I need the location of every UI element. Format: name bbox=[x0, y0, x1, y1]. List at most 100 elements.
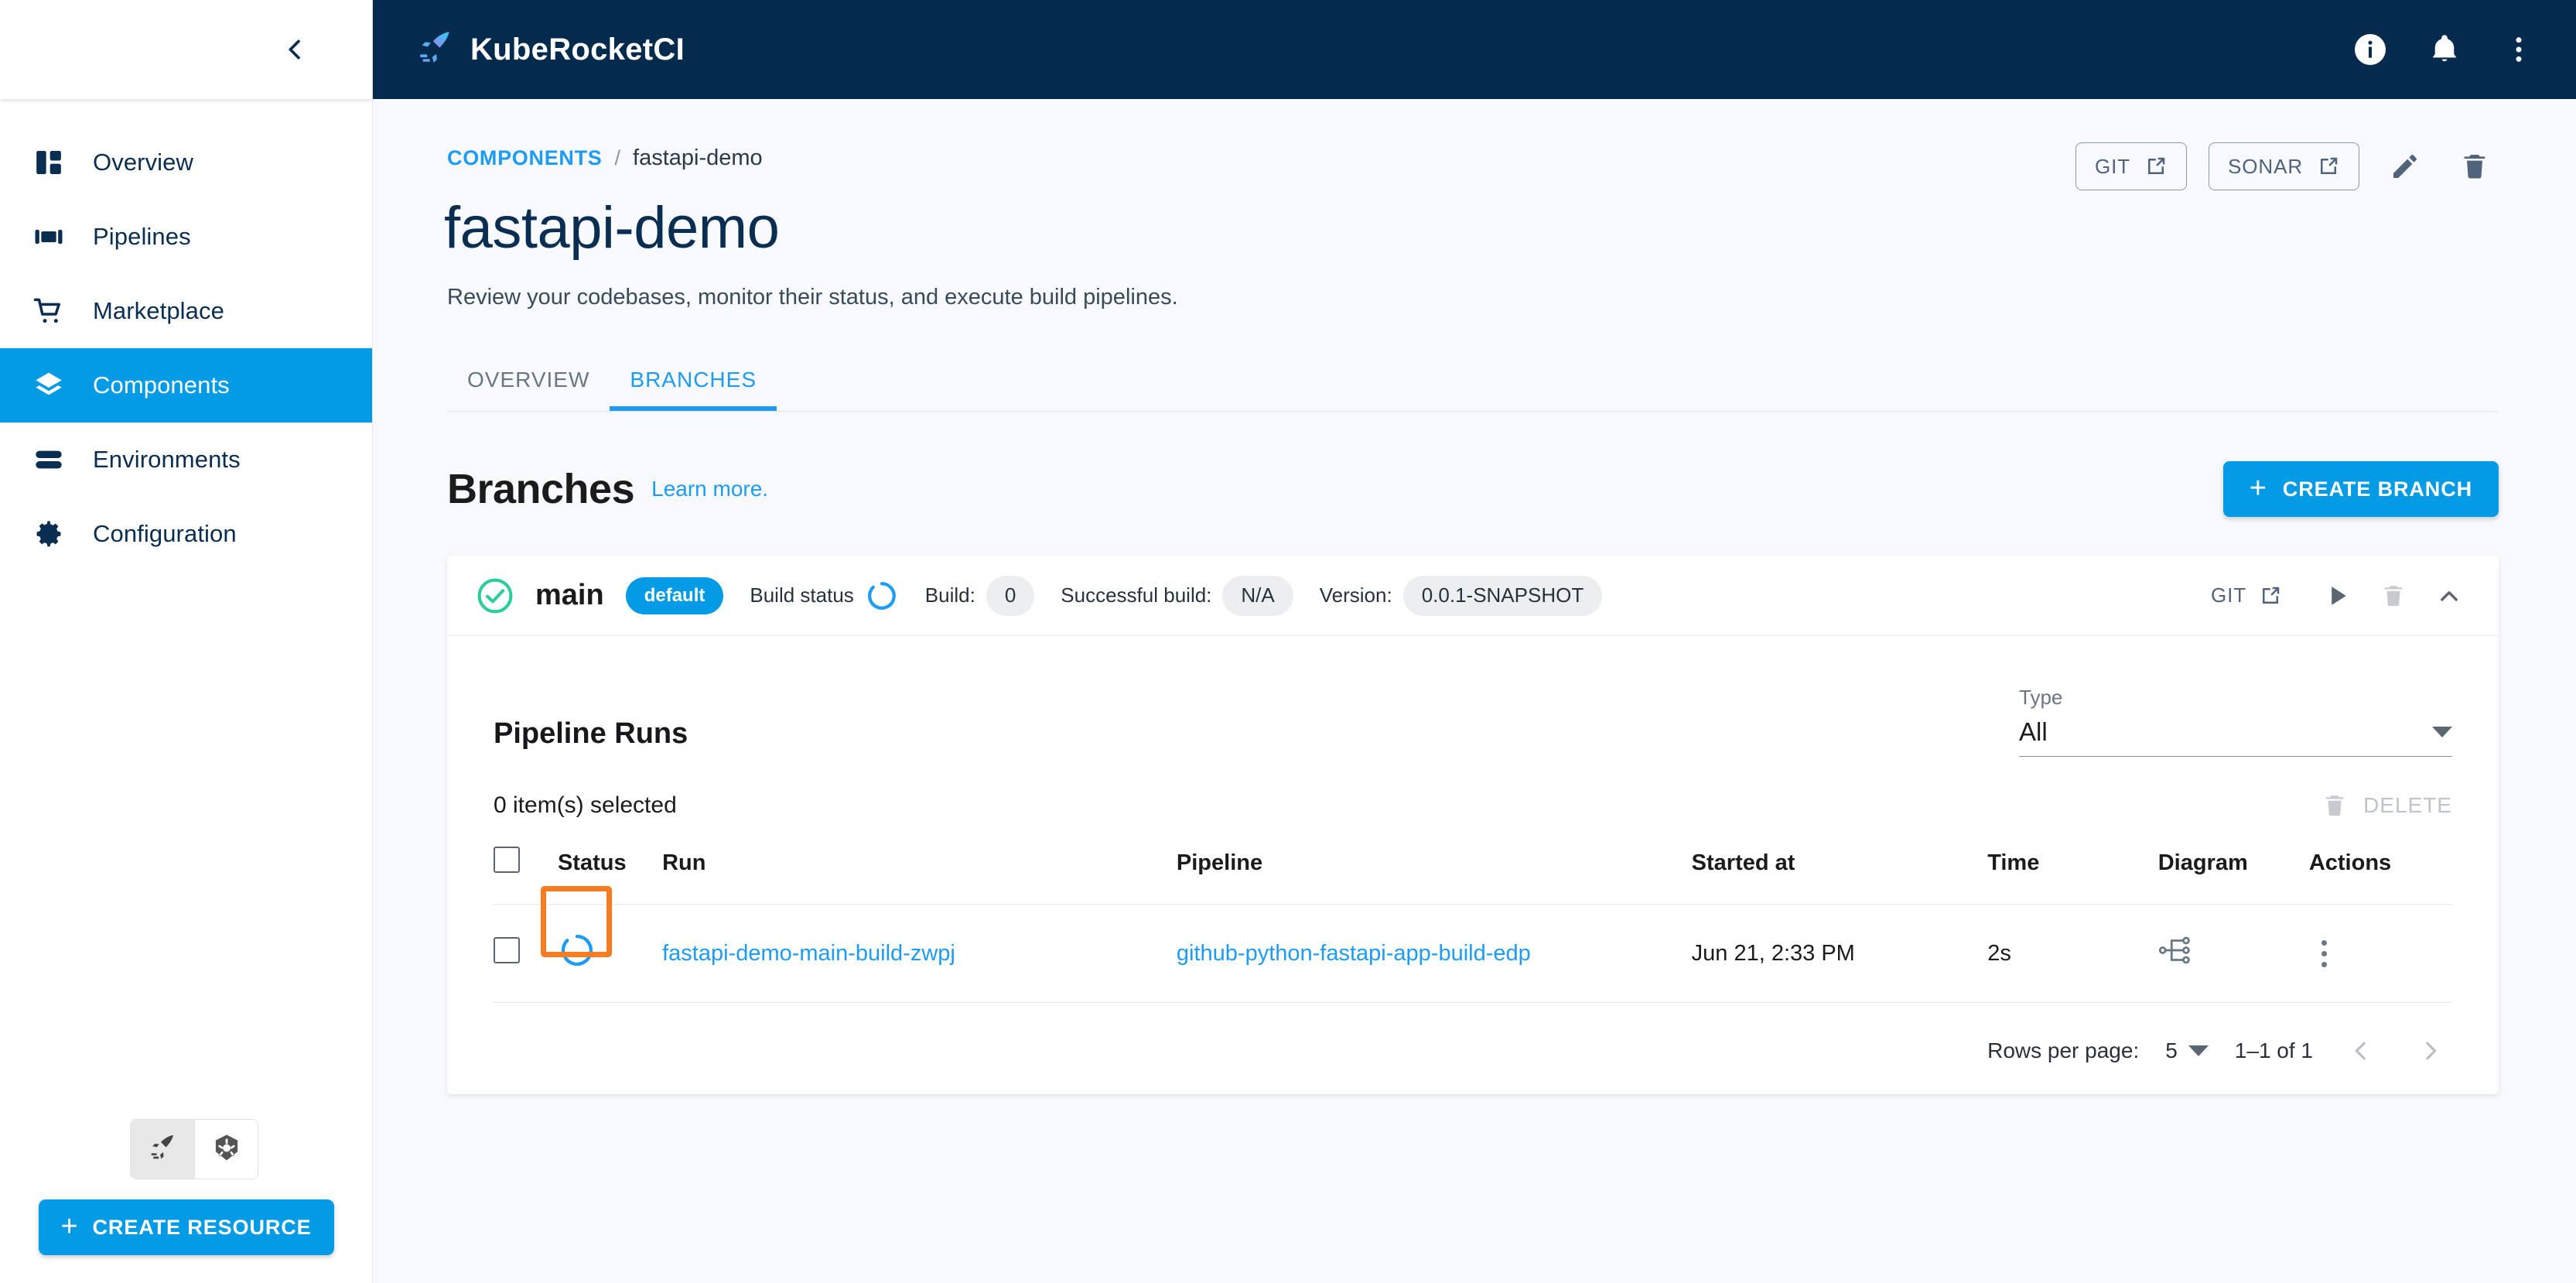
bell-icon[interactable] bbox=[2423, 28, 2466, 71]
branch-collapse-button[interactable] bbox=[2426, 573, 2472, 619]
page-title: fastapi-demo bbox=[444, 195, 780, 261]
pagination-prev-button[interactable] bbox=[2339, 1029, 2383, 1073]
create-branch-label: CREATE BRANCH bbox=[2282, 477, 2472, 501]
branches-title: Branches bbox=[447, 466, 635, 512]
play-icon bbox=[2332, 586, 2346, 605]
branch-row-main[interactable]: main default Build status Build: 0 Succe… bbox=[447, 556, 2499, 636]
plus-icon: + bbox=[60, 1209, 79, 1243]
type-filter-value: All bbox=[2019, 717, 2048, 746]
learn-more-link[interactable]: Learn more. bbox=[651, 477, 768, 501]
rows-per-page-label: Rows per page: bbox=[1987, 1038, 2140, 1062]
th-started-at: Started at bbox=[1691, 833, 1988, 905]
dot bbox=[2321, 950, 2328, 956]
rows-per-page-select[interactable]: 5 bbox=[2165, 1038, 2209, 1063]
top-bar: KubeRocketCI bbox=[373, 0, 2576, 99]
tab-branches-label: BRANCHES bbox=[630, 368, 757, 392]
create-resource-button[interactable]: + CREATE RESOURCE bbox=[38, 1199, 334, 1255]
kebab-menu-icon[interactable] bbox=[2497, 28, 2540, 71]
bulk-delete-button[interactable]: DELETE bbox=[2321, 792, 2452, 819]
sidebar-item-label: Configuration bbox=[93, 520, 237, 547]
edit-component-button[interactable] bbox=[2381, 142, 2429, 190]
type-filter-select[interactable]: All bbox=[2019, 717, 2452, 757]
run-link[interactable]: fastapi-demo-main-build-zwpj bbox=[662, 941, 955, 966]
branches-section-header: Branches Learn more. + CREATE BRANCH bbox=[447, 461, 2499, 517]
table-head: Status Run Pipeline Started at Time Diag… bbox=[494, 833, 2452, 905]
pipeline-runs-panel: Pipeline Runs Type All 0 item(s) selecte… bbox=[447, 636, 2499, 1094]
build-status-label: Build status bbox=[750, 583, 854, 607]
table-body: fastapi-demo-main-build-zwpj github-pyth… bbox=[494, 886, 2452, 1003]
sonar-button[interactable]: SONAR bbox=[2209, 142, 2359, 190]
topbar-icons bbox=[2349, 28, 2540, 71]
branch-card: main default Build status Build: 0 Succe… bbox=[447, 556, 2499, 1094]
type-filter-label: Type bbox=[2019, 686, 2063, 709]
cell-checkbox bbox=[494, 904, 558, 1003]
cart-icon bbox=[26, 289, 71, 334]
tabs: OVERVIEW BRANCHES bbox=[447, 368, 2499, 411]
pipeline-link[interactable]: github-python-fastapi-app-build-edp bbox=[1177, 941, 1531, 966]
sidebar-nav: Overview Pipelines Marketplace Component… bbox=[0, 125, 372, 571]
sidebar-item-overview[interactable]: Overview bbox=[0, 125, 372, 200]
selected-count-text: 0 item(s) selected bbox=[494, 792, 677, 818]
tab-overview[interactable]: OVERVIEW bbox=[447, 368, 610, 411]
delete-component-button[interactable] bbox=[2451, 142, 2499, 190]
main-column: KubeRocketCI COMPONENTS / fastapi-demo f… bbox=[373, 0, 2576, 1283]
dot bbox=[2321, 961, 2328, 967]
diagram-icon[interactable] bbox=[2158, 936, 2192, 973]
sonar-button-label: SONAR bbox=[2228, 154, 2303, 178]
tab-branches[interactable]: BRANCHES bbox=[610, 368, 777, 411]
branch-git-link[interactable]: GIT bbox=[2211, 583, 2282, 607]
breadcrumb-components-link[interactable]: COMPONENTS bbox=[447, 146, 603, 170]
pagination-next-button[interactable] bbox=[2409, 1029, 2452, 1073]
cell-diagram bbox=[2157, 904, 2309, 1003]
app-root: Overview Pipelines Marketplace Component… bbox=[0, 0, 2576, 1283]
sidebar-item-label: Overview bbox=[93, 149, 193, 176]
chevron-down-icon bbox=[2188, 1045, 2209, 1056]
pipelines-icon bbox=[26, 214, 71, 259]
cluster-toggle-kuberocket[interactable] bbox=[131, 1120, 194, 1179]
cell-pipeline: github-python-fastapi-app-build-edp bbox=[1176, 904, 1692, 1003]
create-branch-button[interactable]: + CREATE BRANCH bbox=[2222, 461, 2499, 517]
sidebar-item-marketplace[interactable]: Marketplace bbox=[0, 274, 372, 348]
tab-overview-label: OVERVIEW bbox=[467, 368, 590, 392]
version-value: 0.0.1-SNAPSHOT bbox=[1402, 575, 1603, 616]
cell-time: 2s bbox=[1987, 904, 2158, 1003]
branch-name: main bbox=[535, 579, 604, 611]
build-value: 0 bbox=[986, 575, 1035, 616]
sidebar-item-environments[interactable]: Environments bbox=[0, 423, 372, 497]
sidebar-collapse-button[interactable] bbox=[273, 28, 316, 71]
row-checkbox[interactable] bbox=[494, 937, 520, 963]
cell-status bbox=[540, 886, 663, 1003]
cluster-toggle-kubernetes[interactable] bbox=[194, 1120, 258, 1179]
version-label: Version: bbox=[1319, 583, 1392, 607]
row-actions-kebab-menu-icon[interactable] bbox=[2309, 939, 2340, 967]
select-all-checkbox[interactable] bbox=[494, 847, 520, 873]
th-actions: Actions bbox=[2308, 833, 2452, 905]
sidebar-item-pipelines[interactable]: Pipelines bbox=[0, 200, 372, 274]
pagination: Rows per page: 5 1–1 of 1 bbox=[494, 1003, 2452, 1094]
sidebar-item-configuration[interactable]: Configuration bbox=[0, 497, 372, 571]
successful-build-label: Successful build: bbox=[1061, 583, 1212, 607]
git-button[interactable]: GIT bbox=[2075, 142, 2188, 190]
sidebar-item-label: Marketplace bbox=[93, 297, 224, 324]
chevron-down-icon bbox=[2432, 727, 2452, 737]
page-subtitle: Review your codebases, monitor their sta… bbox=[447, 285, 1178, 310]
check-circle-icon bbox=[475, 576, 515, 616]
table-header-row: Status Run Pipeline Started at Time Diag… bbox=[494, 833, 2452, 905]
environments-icon bbox=[26, 437, 71, 482]
kuberocket-rocket-icon bbox=[416, 29, 453, 70]
brand[interactable]: KubeRocketCI bbox=[416, 29, 685, 70]
info-icon[interactable] bbox=[2349, 28, 2392, 71]
cluster-toggle-wrapper bbox=[0, 1119, 372, 1199]
cell-actions bbox=[2308, 904, 2452, 1003]
th-select-all bbox=[494, 833, 558, 905]
branch-run-button[interactable] bbox=[2315, 573, 2361, 619]
dot bbox=[2321, 939, 2328, 946]
pipeline-runs-header: Pipeline Runs Type All bbox=[494, 686, 2452, 757]
sidebar-item-label: Pipelines bbox=[93, 223, 191, 250]
sidebar-header bbox=[0, 0, 372, 99]
spinner-icon bbox=[558, 934, 596, 975]
external-link-icon bbox=[2148, 157, 2165, 174]
sidebar-item-components[interactable]: Components bbox=[0, 348, 372, 423]
rows-per-page-value: 5 bbox=[2165, 1038, 2178, 1062]
